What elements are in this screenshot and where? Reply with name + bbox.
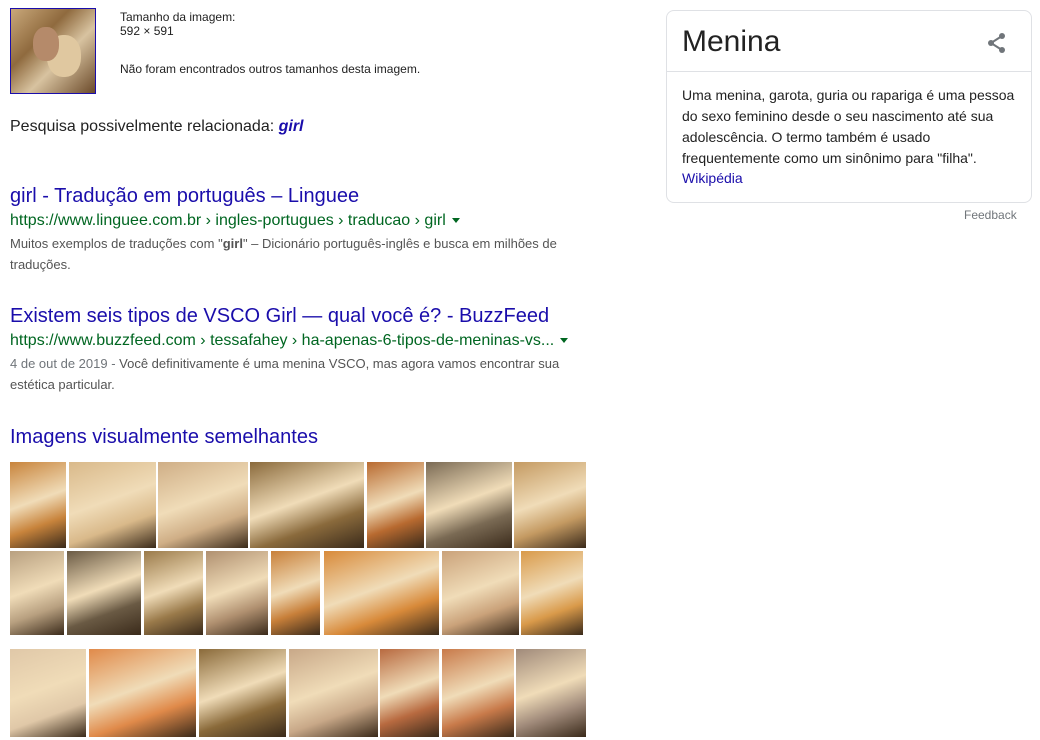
similar-image-thumbnail[interactable] xyxy=(516,649,586,737)
thumbnail-figure xyxy=(33,27,59,61)
similar-image-thumbnail[interactable] xyxy=(69,462,156,548)
image-size-label: Tamanho da imagem: xyxy=(120,10,236,24)
result-date: 4 de out de 2019 - xyxy=(10,356,120,371)
knowledge-panel-title: Menina xyxy=(682,25,781,58)
panel-divider xyxy=(667,71,1031,72)
result-title-link[interactable]: girl - Tradução em português – Linguee xyxy=(10,184,610,208)
url-dropdown-arrow-icon[interactable] xyxy=(451,218,460,224)
result-snippet: Muitos exemplos de traduções com "girl" … xyxy=(10,233,610,275)
similar-images-grid xyxy=(10,462,590,740)
similar-image-thumbnail[interactable] xyxy=(10,649,86,737)
similar-image-thumbnail[interactable] xyxy=(521,551,583,635)
snippet-text: estética particular. xyxy=(10,377,115,392)
similar-image-thumbnail[interactable] xyxy=(442,649,514,737)
wikipedia-link[interactable]: Wikipédia xyxy=(682,170,743,186)
result-url-text: https://www.buzzfeed.com › tessafahey › … xyxy=(10,332,555,349)
similar-image-thumbnail[interactable] xyxy=(380,649,439,737)
related-search-prefix: Pesquisa possivelmente relacionada: xyxy=(10,118,275,135)
result-url: https://www.linguee.com.br › ingles-port… xyxy=(10,211,610,231)
search-result: Existem seis tipos de VSCO Girl — qual v… xyxy=(10,304,610,395)
related-search: Pesquisa possivelmente relacionada: girl xyxy=(10,118,304,136)
snippet-text: " – Dicionário português-inglês e busca … xyxy=(242,236,557,251)
similar-image-thumbnail[interactable] xyxy=(367,462,424,548)
similar-image-thumbnail[interactable] xyxy=(10,551,64,635)
search-result: girl - Tradução em português – Linguee h… xyxy=(10,184,610,275)
result-url-text: https://www.linguee.com.br › ingles-port… xyxy=(10,212,446,229)
similar-image-thumbnail[interactable] xyxy=(89,649,196,737)
image-size-value: 592 × 591 xyxy=(120,24,174,38)
knowledge-panel: Menina Uma menina, garota, guria ou rapa… xyxy=(666,10,1032,203)
result-title-link[interactable]: Existem seis tipos de VSCO Girl — qual v… xyxy=(10,304,610,328)
snippet-text: Você definitivamente é uma menina VSCO, … xyxy=(119,356,560,371)
result-url: https://www.buzzfeed.com › tessafahey › … xyxy=(10,331,610,351)
feedback-link[interactable]: Feedback xyxy=(964,208,1017,222)
no-other-sizes-text: Não foram encontrados outros tamanhos de… xyxy=(120,62,421,76)
similar-image-thumbnail[interactable] xyxy=(144,551,203,635)
similar-image-thumbnail[interactable] xyxy=(206,551,268,635)
result-snippet: 4 de out de 2019 - Você definitivamente … xyxy=(10,353,610,395)
similar-image-thumbnail[interactable] xyxy=(158,462,248,548)
related-search-query-link[interactable]: girl xyxy=(279,118,304,135)
similar-image-thumbnail[interactable] xyxy=(426,462,512,548)
snippet-text: Muitos exemplos de traduções com " xyxy=(10,236,223,251)
similar-images-heading-link[interactable]: Imagens visualmente semelhantes xyxy=(10,426,318,449)
snippet-text: traduções. xyxy=(10,257,71,272)
knowledge-panel-description: Uma menina, garota, guria ou rapariga é … xyxy=(682,87,1015,166)
similar-image-thumbnail[interactable] xyxy=(67,551,141,635)
similar-image-thumbnail[interactable] xyxy=(514,462,586,548)
similar-image-thumbnail[interactable] xyxy=(289,649,378,737)
similar-image-thumbnail[interactable] xyxy=(10,462,66,548)
similar-image-thumbnail[interactable] xyxy=(324,551,439,635)
share-icon[interactable] xyxy=(985,31,1009,55)
similar-image-thumbnail[interactable] xyxy=(271,551,320,635)
url-dropdown-arrow-icon[interactable] xyxy=(560,338,569,344)
snippet-highlight: girl xyxy=(222,236,243,251)
similar-image-thumbnail[interactable] xyxy=(442,551,519,635)
similar-image-thumbnail[interactable] xyxy=(250,462,364,548)
similar-image-thumbnail[interactable] xyxy=(199,649,286,737)
query-image-thumbnail[interactable] xyxy=(10,8,96,94)
